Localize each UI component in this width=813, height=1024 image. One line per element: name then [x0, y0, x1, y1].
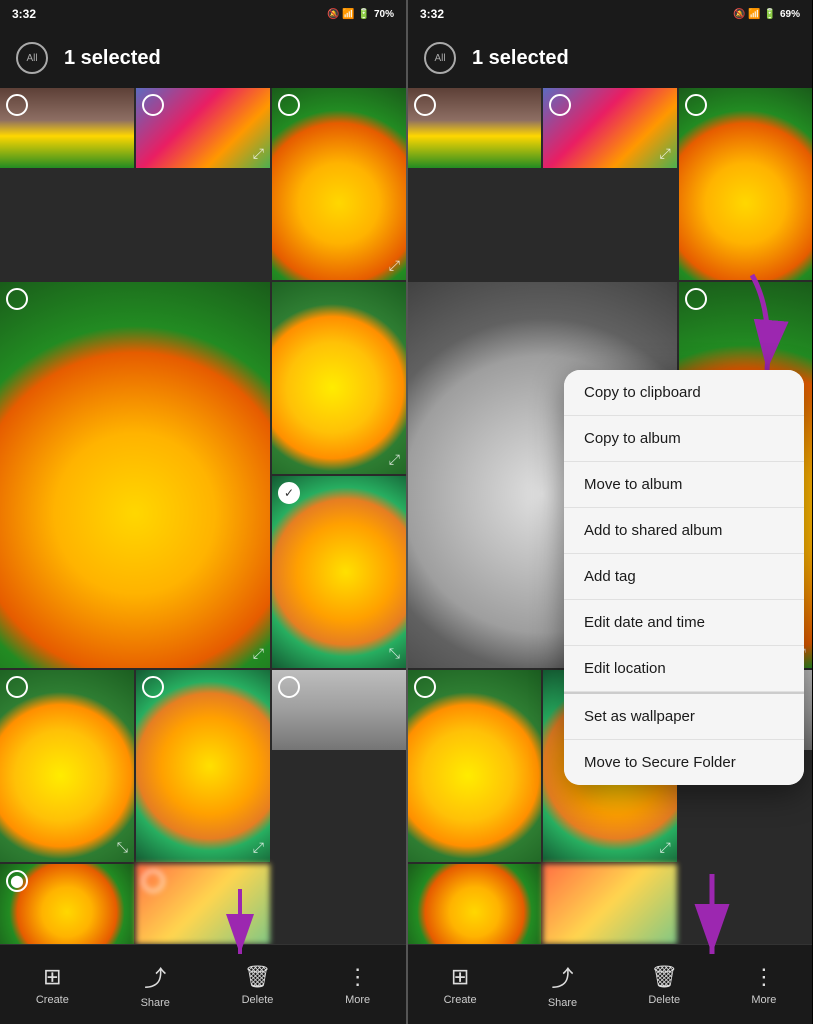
- right-delete-icon: 🗑: [650, 964, 678, 990]
- left-photo-8[interactable]: [272, 670, 406, 750]
- delete-icon: 🗑: [244, 964, 272, 990]
- left-status-bar: 3:32 🔕 📶 🔋 70%: [0, 0, 406, 28]
- left-check-10[interactable]: [142, 870, 164, 892]
- menu-add-tag[interactable]: Add tag: [564, 554, 804, 600]
- right-all-label: All: [434, 53, 445, 64]
- menu-wallpaper[interactable]: Set as wallpaper: [564, 692, 804, 740]
- left-create-label: Create: [36, 994, 69, 1006]
- right-check-big[interactable]: [685, 288, 707, 310]
- left-expand-4[interactable]: ⤡: [389, 645, 400, 662]
- left-photo-1[interactable]: [0, 88, 134, 168]
- more-icon-left: ⋮: [347, 964, 369, 990]
- left-expand-3[interactable]: ⤢: [389, 451, 400, 468]
- left-expand-2[interactable]: ⤢: [253, 145, 264, 162]
- right-selection-info: 1 selected: [472, 47, 569, 70]
- left-selected-text: 1 selected: [64, 47, 161, 70]
- left-photo-2[interactable]: ⤢: [136, 88, 270, 168]
- menu-move-album[interactable]: Move to album: [564, 462, 804, 508]
- right-photo-10[interactable]: [543, 864, 676, 944]
- menu-edit-location[interactable]: Edit location: [564, 646, 804, 692]
- left-bottom-toolbar: ⊞ Create ⤴ Share 🗑 Delete ⋮ More: [0, 944, 406, 1024]
- left-photo-5[interactable]: ⤢: [272, 88, 406, 280]
- left-photo-grid: ⤢ ⤢ ⤢ ✓ ⤡ ⤢ ⤡ ⤢ ⬤: [0, 88, 406, 944]
- right-selected-text: 1 selected: [472, 47, 569, 70]
- left-photo-6[interactable]: ⤡: [0, 670, 134, 862]
- left-photo-4[interactable]: ✓ ⤡: [272, 476, 406, 668]
- left-phone-panel: 3:32 🔕 📶 🔋 70% All 1 selected ⤢ ⤢ ⤢ ✓: [0, 0, 406, 1024]
- create-icon: ⊞: [43, 964, 61, 990]
- right-bottom-toolbar: ⊞ Create ⤴ Share 🗑 Delete ⋮ More: [408, 944, 812, 1024]
- left-check-2[interactable]: [142, 94, 164, 116]
- left-share-label: Share: [141, 997, 170, 1009]
- left-delete-button[interactable]: 🗑 Delete: [230, 956, 286, 1014]
- left-all-button[interactable]: All: [16, 42, 48, 74]
- left-selection-info: 1 selected: [64, 47, 161, 70]
- right-photo-1[interactable]: [408, 88, 541, 168]
- left-more-label: More: [345, 994, 370, 1006]
- right-share-icon: ⤴: [551, 961, 573, 993]
- right-share-label: Share: [548, 997, 577, 1009]
- left-check-7[interactable]: [142, 676, 164, 698]
- right-check-2[interactable]: [549, 94, 571, 116]
- more-icon-right: ⋮: [753, 964, 775, 990]
- left-check-big[interactable]: [6, 288, 28, 310]
- left-check-6[interactable]: [6, 676, 28, 698]
- left-time: 3:32: [12, 7, 36, 21]
- left-photo-10[interactable]: [136, 864, 270, 944]
- right-share-button[interactable]: ⤴ Share: [536, 953, 589, 1017]
- left-create-button[interactable]: ⊞ Create: [24, 956, 81, 1014]
- right-expand-7[interactable]: ⤢: [659, 839, 670, 856]
- left-photo-big[interactable]: ⤢: [0, 282, 270, 668]
- right-all-button[interactable]: All: [424, 42, 456, 74]
- left-expand-6[interactable]: ⤡: [117, 839, 128, 856]
- right-time: 3:32: [420, 7, 444, 21]
- right-expand-2[interactable]: ⤢: [659, 145, 670, 162]
- menu-shared-album[interactable]: Add to shared album: [564, 508, 804, 554]
- right-check-6[interactable]: [414, 676, 436, 698]
- left-delete-label: Delete: [242, 994, 274, 1006]
- menu-copy-clipboard[interactable]: Copy to clipboard: [564, 370, 804, 416]
- left-expand-5[interactable]: ⤢: [389, 257, 400, 274]
- right-header: All 1 selected: [408, 28, 812, 88]
- share-icon: ⤴: [144, 961, 166, 993]
- left-check-4[interactable]: ✓: [278, 482, 300, 504]
- right-more-button[interactable]: ⋮ More: [739, 956, 788, 1014]
- left-check-1[interactable]: [6, 94, 28, 116]
- menu-copy-album[interactable]: Copy to album: [564, 416, 804, 462]
- context-menu: Copy to clipboard Copy to album Move to …: [564, 370, 804, 785]
- left-expand-7[interactable]: ⤢: [253, 839, 264, 856]
- left-share-button[interactable]: ⤴ Share: [129, 953, 182, 1017]
- left-status-icons: 🔕 📶 🔋 70%: [327, 9, 394, 20]
- right-delete-button[interactable]: 🗑 Delete: [636, 956, 692, 1014]
- right-create-label: Create: [444, 994, 477, 1006]
- left-all-label: All: [26, 53, 37, 64]
- right-photo-9[interactable]: [408, 864, 541, 944]
- left-check-8[interactable]: [278, 676, 300, 698]
- right-check-1[interactable]: [414, 94, 436, 116]
- menu-edit-date[interactable]: Edit date and time: [564, 600, 804, 646]
- right-photo-2[interactable]: ⤢: [543, 88, 676, 168]
- left-photo-3[interactable]: ⤢: [272, 282, 406, 474]
- right-delete-label: Delete: [648, 994, 680, 1006]
- right-photo-6[interactable]: [408, 670, 541, 862]
- right-photo-5[interactable]: [679, 88, 812, 280]
- left-more-button[interactable]: ⋮ More: [333, 956, 382, 1014]
- right-status-bar: 3:32 🔕 📶 🔋 69%: [408, 0, 812, 28]
- left-photo-7[interactable]: ⤢: [136, 670, 270, 862]
- right-phone-panel: 3:32 🔕 📶 🔋 69% All 1 selected ⤢ ⤢ ⤢: [406, 0, 812, 1024]
- right-status-icons: 🔕 📶 🔋 69%: [733, 9, 800, 20]
- right-create-button[interactable]: ⊞ Create: [432, 956, 489, 1014]
- left-expand-big[interactable]: ⤢: [253, 645, 264, 662]
- right-check-5[interactable]: [685, 94, 707, 116]
- left-photo-9[interactable]: ⬤: [0, 864, 134, 944]
- left-header: All 1 selected: [0, 28, 406, 88]
- left-check-9[interactable]: ⬤: [6, 870, 28, 892]
- left-check-5[interactable]: [278, 94, 300, 116]
- menu-secure-folder[interactable]: Move to Secure Folder: [564, 740, 804, 785]
- right-create-icon: ⊞: [451, 964, 469, 990]
- right-more-label: More: [751, 994, 776, 1006]
